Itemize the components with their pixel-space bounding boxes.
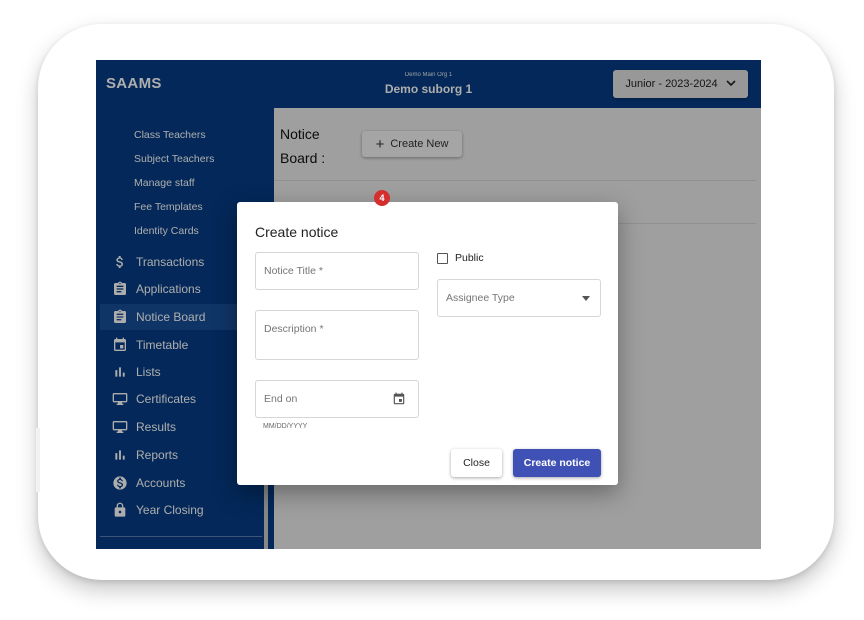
dropdown-arrow-icon bbox=[582, 296, 590, 301]
app-screen: SAAMS Demo Main Org 1 Demo suborg 1 Juni… bbox=[96, 60, 761, 549]
description-input[interactable] bbox=[256, 311, 418, 359]
end-on-field[interactable] bbox=[255, 380, 419, 418]
device-edge bbox=[36, 428, 40, 492]
public-label: Public bbox=[455, 252, 484, 264]
public-checkbox-row[interactable]: Public bbox=[437, 252, 484, 264]
date-format-hint: MM/DD/YYYY bbox=[263, 423, 308, 430]
close-button[interactable]: Close bbox=[451, 449, 502, 477]
calendar-icon[interactable] bbox=[392, 392, 406, 406]
public-checkbox[interactable] bbox=[437, 252, 448, 264]
dialog-title: Create notice bbox=[255, 224, 339, 240]
assignee-type-placeholder: Assignee Type bbox=[446, 292, 515, 304]
create-notice-dialog: Create notice MM/DD/YYYY Public Assignee… bbox=[237, 202, 618, 485]
assignee-type-select[interactable]: Assignee Type bbox=[437, 279, 601, 317]
notice-title-field[interactable] bbox=[255, 252, 419, 290]
notification-badge: 4 bbox=[374, 190, 390, 206]
notice-title-input[interactable] bbox=[256, 253, 418, 289]
description-field[interactable] bbox=[255, 310, 419, 360]
create-notice-button[interactable]: Create notice bbox=[513, 449, 601, 477]
